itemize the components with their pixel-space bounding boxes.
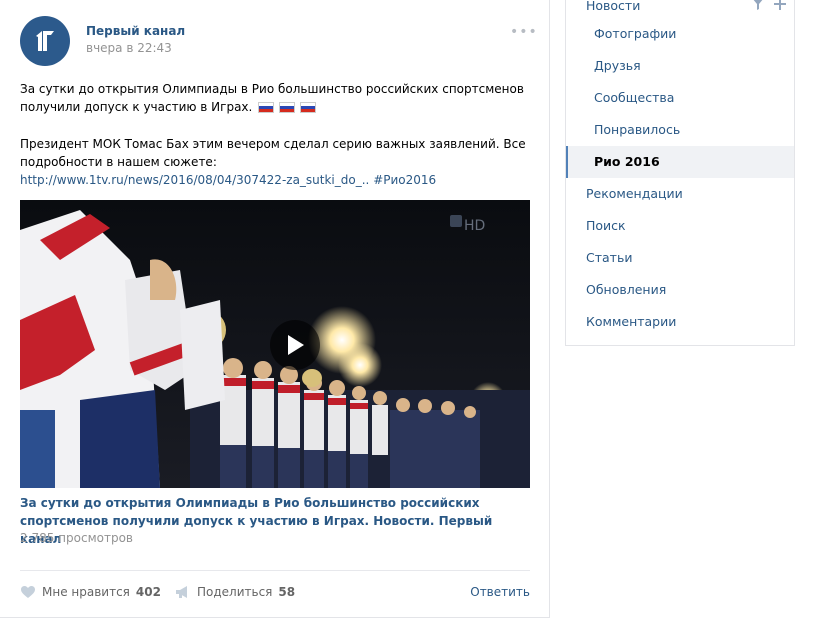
like-label: Мне нравится — [42, 585, 130, 599]
news-post: Первый канал вчера в 22:43 ••• За сутки … — [0, 0, 550, 618]
more-dots-icon[interactable]: ••• — [510, 24, 538, 40]
menu-item-friends[interactable]: Друзья — [566, 50, 794, 82]
left-nav-menu: Новости Фотографии Друзья Сообщества Пон… — [565, 0, 795, 346]
divider — [20, 570, 530, 571]
author-name[interactable]: Первый канал — [86, 24, 185, 38]
menu-item-articles[interactable]: Статьи — [566, 242, 794, 274]
menu-item-photos[interactable]: Фотографии — [566, 18, 794, 50]
post-actions: Мне нравится 402 Поделиться 58 Ответить — [20, 583, 530, 603]
menu-item-label: Новости — [586, 0, 641, 13]
post-link[interactable]: http://www.1tv.ru/news/2016/08/04/307422… — [20, 173, 369, 187]
menu-item-communities[interactable]: Сообщества — [566, 82, 794, 114]
plus-icon[interactable] — [774, 0, 786, 10]
post-time[interactable]: вчера в 22:43 — [86, 41, 172, 55]
like-button[interactable]: Мне нравится 402 — [20, 585, 161, 599]
play-icon — [288, 335, 304, 355]
post-text-line: За сутки до открытия Олимпиады в Рио бол… — [20, 82, 524, 96]
menu-tools — [742, 0, 786, 10]
share-button[interactable]: Поделиться 58 — [175, 585, 295, 599]
russian-flags — [258, 99, 321, 117]
post-links: http://www.1tv.ru/news/2016/08/04/307422… — [20, 171, 532, 189]
post-text-line-part: получили допуск к участию в Играх. — [20, 100, 253, 114]
channel-avatar[interactable] — [20, 16, 70, 66]
video-views: 2 785 просмотров — [20, 531, 133, 545]
post-text-line: подробности в нашем сюжете: — [20, 154, 217, 169]
russia-flag-icon — [279, 101, 296, 113]
megaphone-icon — [176, 586, 187, 598]
menu-item-news[interactable]: Новости — [566, 0, 794, 18]
play-button[interactable] — [270, 320, 320, 370]
menu-item-search[interactable]: Поиск — [566, 210, 794, 242]
menu-item-recommendations[interactable]: Рекомендации — [566, 178, 794, 210]
post-text: За сутки до открытия Олимпиады в Рио бол… — [20, 80, 532, 189]
menu-item-rio-2016[interactable]: Рио 2016 — [566, 146, 794, 178]
reply-button[interactable]: Ответить — [470, 585, 530, 599]
hashtag-link[interactable]: #Рио2016 — [373, 173, 436, 187]
share-label: Поделиться — [197, 585, 273, 599]
like-count: 402 — [135, 585, 161, 599]
video-player[interactable]: HD — [20, 200, 530, 488]
menu-list: Новости Фотографии Друзья Сообщества Пон… — [566, 0, 794, 338]
menu-item-updates[interactable]: Обновления — [566, 274, 794, 306]
hd-watermark: HD — [464, 218, 485, 234]
heart-icon — [21, 586, 35, 598]
menu-item-comments[interactable]: Комментарии — [566, 306, 794, 338]
menu-item-liked[interactable]: Понравилось — [566, 114, 794, 146]
share-count: 58 — [278, 585, 296, 599]
post-text-line: получили допуск к участию в Играх. — [20, 98, 532, 117]
russia-flag-icon — [258, 101, 275, 113]
russia-flag-icon — [300, 101, 317, 113]
post-text-line: Президент МОК Томас Бах этим вечером сде… — [20, 136, 526, 151]
channel-logo-icon — [36, 31, 54, 51]
filter-icon[interactable] — [752, 0, 764, 10]
